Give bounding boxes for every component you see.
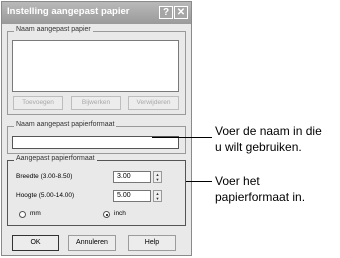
name-callout-line1: Voer de naam in die xyxy=(215,124,322,138)
update-button[interactable]: Bijwerken xyxy=(71,96,121,110)
width-label: Breedte (3.00-8.50) xyxy=(16,173,73,180)
unit-inch-radio[interactable] xyxy=(103,211,110,218)
spin-down-icon[interactable]: ▼ xyxy=(154,177,161,182)
ok-button[interactable]: OK xyxy=(12,235,59,251)
size-callout-line xyxy=(186,181,212,182)
paper-name-group: Naam aangepast papier Toevoegen Bijwerke… xyxy=(7,26,186,115)
custom-paper-dialog: Instelling aangepast papier ? ✕ Naam aan… xyxy=(1,1,192,256)
height-stepper[interactable]: ▲ ▼ xyxy=(153,190,162,202)
close-button[interactable]: ✕ xyxy=(174,6,188,19)
paper-name-group-label: Naam aangepast papier xyxy=(14,26,93,33)
paper-size-name-label: Naam aangepast papierformaat xyxy=(14,121,117,128)
height-label: Hoogte (5.00-14.00) xyxy=(16,192,75,199)
unit-inch-label: inch xyxy=(114,210,126,217)
height-input[interactable]: 5.00 xyxy=(113,190,151,202)
help-title-button[interactable]: ? xyxy=(159,6,173,19)
width-input[interactable]: 3.00 xyxy=(113,171,151,183)
size-callout-line1: Voer het xyxy=(215,174,260,188)
unit-mm-radio[interactable] xyxy=(19,211,26,218)
help-button[interactable]: Help xyxy=(128,235,176,251)
title-bar: Instelling aangepast papier ? ✕ xyxy=(2,2,191,24)
paper-name-list[interactable] xyxy=(12,40,179,92)
paper-size-name-group: Naam aangepast papierformaat xyxy=(7,121,186,154)
delete-button[interactable]: Verwijderen xyxy=(128,96,179,110)
size-callout-line2: papierformaat in. xyxy=(215,190,306,204)
paper-size-group: Aangepast papierformaat Breedte (3.00-8.… xyxy=(7,155,186,226)
spin-down-icon[interactable]: ▼ xyxy=(154,196,161,201)
unit-mm-label: mm xyxy=(30,210,41,217)
window-title: Instelling aangepast papier xyxy=(7,6,130,17)
paper-size-group-label: Aangepast papierformaat xyxy=(14,155,97,162)
name-callout-line2: u wilt gebruiken. xyxy=(215,140,302,154)
cancel-button[interactable]: Annuleren xyxy=(68,235,116,251)
name-callout-line xyxy=(152,137,212,138)
add-button[interactable]: Toevoegen xyxy=(13,96,63,110)
width-stepper[interactable]: ▲ ▼ xyxy=(153,171,162,183)
